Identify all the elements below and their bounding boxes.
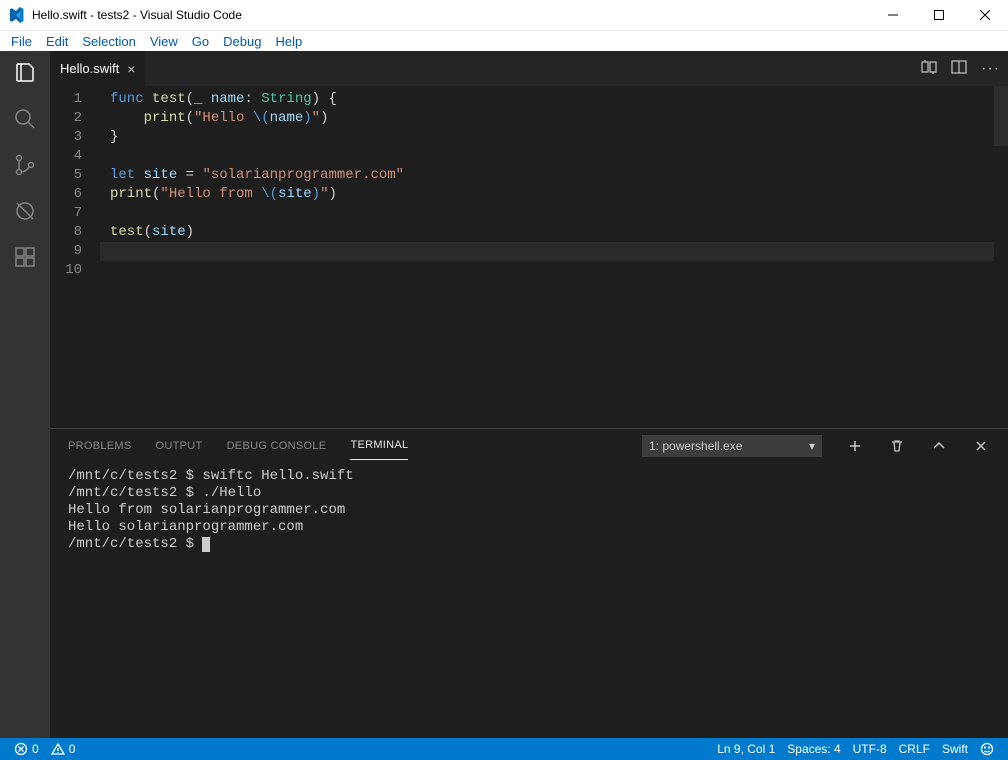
line-number: 7 [50,204,100,223]
code-line[interactable]: test(site) [100,223,994,242]
line-number: 4 [50,147,100,166]
code-line[interactable] [100,147,994,166]
menu-help[interactable]: Help [268,33,309,50]
dropdown-icon: ▾ [809,439,815,453]
compare-icon[interactable] [921,59,937,78]
code-line[interactable] [100,204,994,223]
menu-go[interactable]: Go [185,33,216,50]
code-line[interactable]: func test(_ name: String) { [100,90,994,109]
close-icon[interactable]: × [127,61,135,77]
code-line[interactable] [100,261,994,280]
search-icon[interactable] [11,105,39,133]
terminal-cursor [202,537,210,552]
warning-icon [51,742,65,756]
status-encoding[interactable]: UTF-8 [847,742,893,756]
code-line[interactable]: let site = "solarianprogrammer.com" [100,166,994,185]
titlebar: Hello.swift - tests2 - Visual Studio Cod… [0,0,1008,31]
minimize-button[interactable] [870,0,916,31]
explorer-icon[interactable] [11,59,39,87]
status-feedback[interactable] [974,742,1000,756]
minimap[interactable] [994,86,1008,428]
close-panel-icon[interactable] [972,437,990,455]
status-errors[interactable]: 0 [8,742,45,756]
terminal-body[interactable]: /mnt/c/tests2 $ swiftc Hello.swift/mnt/c… [50,462,1008,738]
activity-bar [0,51,50,738]
menubar: FileEditSelectionViewGoDebugHelp [0,31,1008,51]
debug-icon[interactable] [11,197,39,225]
main: Hello.swift × ··· 12345678910 func test(… [0,51,1008,738]
status-cursor-position[interactable]: Ln 9, Col 1 [711,742,781,756]
menu-view[interactable]: View [143,33,185,50]
panel-tabs: PROBLEMS OUTPUT DEBUG CONSOLE TERMINAL 1: p… [50,429,1008,462]
line-number: 9 [50,242,100,261]
vscode-icon [8,7,24,23]
kill-terminal-icon[interactable] [888,437,906,455]
window-title: Hello.swift - tests2 - Visual Studio Cod… [32,8,242,22]
editor-area: Hello.swift × ··· 12345678910 func test(… [50,51,1008,738]
editor[interactable]: 12345678910 func test(_ name: String) { … [50,86,1008,428]
smiley-icon [980,742,994,756]
panel: PROBLEMS OUTPUT DEBUG CONSOLE TERMINAL 1: p… [50,428,1008,738]
status-eol[interactable]: CRLF [893,742,936,756]
editor-toolbar: ··· [913,51,1008,86]
menu-edit[interactable]: Edit [39,33,75,50]
code-line[interactable]: } [100,128,994,147]
editor-tab[interactable]: Hello.swift × [50,51,145,86]
terminal-line: Hello solarianprogrammer.com [68,519,990,536]
error-icon [14,742,28,756]
line-number: 1 [50,90,100,109]
line-number: 10 [50,261,100,280]
line-number: 2 [50,109,100,128]
code-line[interactable]: print("Hello \(name)") [100,109,994,128]
terminal-line: /mnt/c/tests2 $ swiftc Hello.swift [68,468,990,485]
terminal-select-value: 1: powershell.exe [649,439,742,453]
terminal-select[interactable]: 1: powershell.exe ▾ [642,435,822,457]
code-line[interactable]: print("Hello from \(site)") [100,185,994,204]
more-actions-icon[interactable]: ··· [981,60,1000,78]
menu-file[interactable]: File [4,33,39,50]
panel-tab-problems[interactable]: PROBLEMS [68,432,132,460]
maximize-button[interactable] [916,0,962,31]
close-button[interactable] [962,0,1008,31]
line-numbers: 12345678910 [50,86,100,428]
status-language[interactable]: Swift [936,742,974,756]
terminal-line: /mnt/c/tests2 $ ./Hello [68,485,990,502]
code-line[interactable] [100,242,994,261]
line-number: 8 [50,223,100,242]
statusbar: 0 0 Ln 9, Col 1 Spaces: 4 UTF-8 CRLF Swi… [0,738,1008,760]
line-number: 3 [50,128,100,147]
split-editor-icon[interactable] [951,59,967,78]
line-number: 5 [50,166,100,185]
terminal-line: /mnt/c/tests2 $ [68,536,990,553]
extensions-icon[interactable] [11,243,39,271]
new-terminal-icon[interactable] [846,437,864,455]
warning-count: 0 [69,742,76,756]
maximize-panel-icon[interactable] [930,437,948,455]
status-warnings[interactable]: 0 [45,742,82,756]
status-indentation[interactable]: Spaces: 4 [781,742,846,756]
code-content[interactable]: func test(_ name: String) { print("Hello… [100,86,994,428]
source-control-icon[interactable] [11,151,39,179]
terminal-line: Hello from solarianprogrammer.com [68,502,990,519]
tab-label: Hello.swift [60,61,119,76]
panel-tab-terminal[interactable]: TERMINAL [350,431,408,460]
minimap-slider[interactable] [994,86,1008,146]
error-count: 0 [32,742,39,756]
menu-debug[interactable]: Debug [216,33,268,50]
panel-tab-output[interactable]: OUTPUT [156,432,203,460]
line-number: 6 [50,185,100,204]
menu-selection[interactable]: Selection [75,33,142,50]
panel-tab-debug-console[interactable]: DEBUG CONSOLE [227,432,327,460]
editor-tabs: Hello.swift × ··· [50,51,1008,86]
